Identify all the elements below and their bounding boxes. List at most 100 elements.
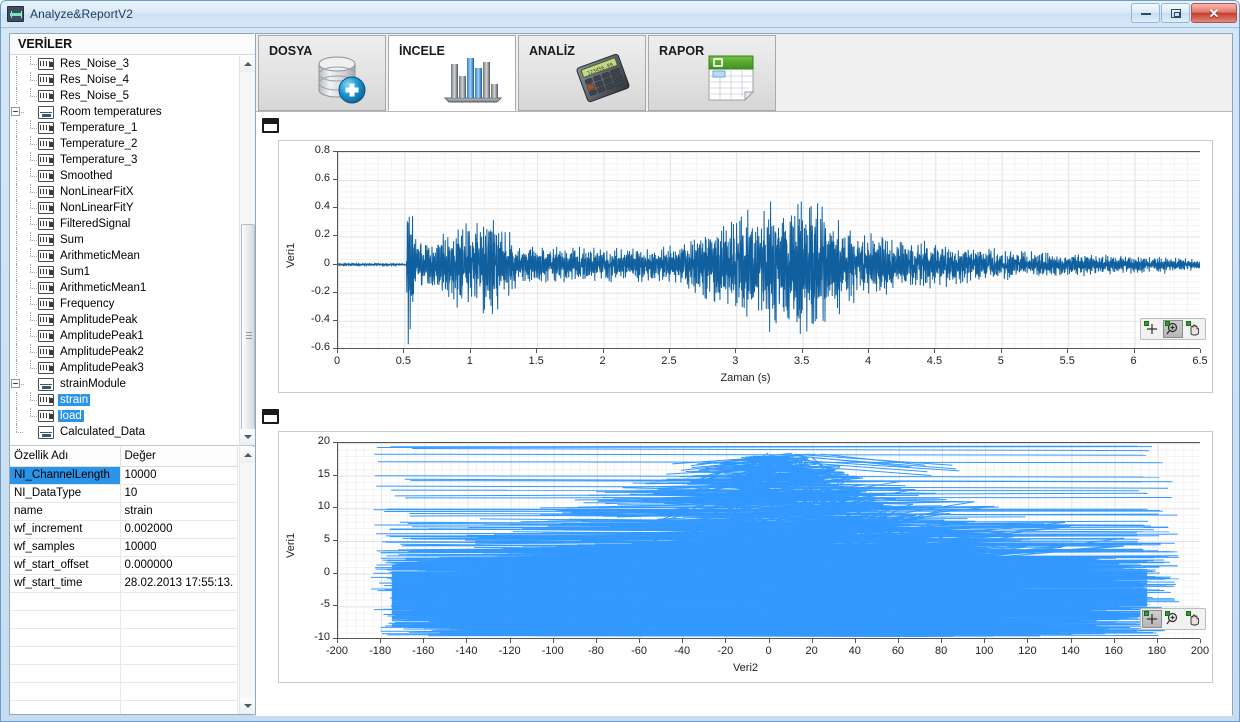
properties-row[interactable]: NI_ChannelLength 10000	[10, 466, 238, 485]
top-graph-panel-icon[interactable]	[262, 118, 279, 133]
tree-item-frequency[interactable]: Frequency	[10, 296, 239, 312]
cursor-crosshair-tool[interactable]	[1142, 610, 1162, 628]
tree-scrollbar[interactable]	[239, 56, 255, 445]
x-tick-label: 120	[1018, 645, 1037, 657]
x-tick-mark	[934, 349, 935, 353]
tree-item-res-noise-5[interactable]: Res_Noise_5	[10, 88, 239, 104]
x-tick-label: -60	[631, 645, 647, 657]
tree-item-nonlinearfity[interactable]: NonLinearFitY	[10, 200, 239, 216]
tool-led-icon	[1144, 611, 1149, 616]
properties-header-row: Özellik Adı Değer	[10, 447, 238, 467]
close-button[interactable]: ✕	[1191, 3, 1237, 23]
x-tick-mark	[725, 639, 726, 643]
zoom-tool[interactable]	[1163, 610, 1183, 628]
tree-item-res-noise-4[interactable]: Res_Noise_4	[10, 72, 239, 88]
top-graph[interactable]: Veri1 Zaman (s) -0.6 -0.4 -0.2 0 0.2 0.4 0.6 0.8 0…	[278, 140, 1213, 393]
tab-analiz[interactable]: ANALİZ 123456.89	[518, 35, 646, 111]
waveform-icon	[38, 298, 54, 310]
tree-item-load[interactable]: load	[10, 408, 239, 424]
x-tick-label: 4.5	[926, 355, 943, 367]
property-value: 10000	[120, 466, 238, 485]
empty-cell	[10, 700, 121, 714]
tree-item-amplitudepeak3[interactable]: AmplitudePeak3	[10, 360, 239, 376]
x-tick-label: 160	[1104, 645, 1123, 657]
waveform-icon	[38, 170, 54, 182]
tool-led-icon	[1144, 321, 1149, 326]
expander-icon[interactable]	[10, 104, 24, 120]
expander-icon[interactable]	[10, 376, 24, 392]
property-name: wf_samples	[10, 538, 121, 557]
tree-indent	[10, 168, 24, 184]
properties-row[interactable]: wf_start_time 28.02.2013 17:55:13.	[10, 574, 238, 593]
tree-item-room-temperatures[interactable]: Room temperatures	[10, 104, 239, 120]
x-tick-mark	[553, 639, 554, 643]
bottom-graph[interactable]: Veri1 Veri2 -10 -5 0 5 10 15 20 -200 -180 -160 -140-…	[278, 431, 1213, 683]
properties-scrollbar[interactable]	[239, 447, 255, 714]
tab-dosya[interactable]: DOSYA	[258, 35, 386, 111]
tree-item-amplitudepeak2[interactable]: AmplitudePeak2	[10, 344, 239, 360]
tree-item-temperature-3[interactable]: Temperature_3	[10, 152, 239, 168]
properties-row[interactable]: wf_increment 0.002000	[10, 520, 238, 539]
scroll-down-button[interactable]	[240, 429, 255, 445]
zoom-tool[interactable]	[1163, 320, 1183, 338]
properties-row[interactable]: name strain	[10, 502, 238, 521]
tab-incele[interactable]: İNCELE	[388, 35, 516, 111]
x-tick-mark	[1067, 349, 1068, 353]
tree-item-calculated-data[interactable]: Calculated_Data	[10, 424, 239, 440]
bottom-graph-toolbar[interactable]	[1140, 608, 1206, 630]
tree-item-temperature-2[interactable]: Temperature_2	[10, 136, 239, 152]
tree-item-sum1[interactable]: Sum1	[10, 264, 239, 280]
cursor-crosshair-tool[interactable]	[1142, 320, 1162, 338]
x-tick-label: 2	[599, 355, 606, 367]
properties-scroll-down-button[interactable]	[240, 698, 255, 714]
pan-hand-tool[interactable]	[1184, 610, 1204, 628]
tree-scroll-thumb[interactable]	[241, 224, 255, 445]
plot-area[interactable]	[337, 442, 1200, 638]
properties-row[interactable]: wf_start_offset 0.000000	[10, 556, 238, 575]
data-tree-panel: VERİLER Res_Noise_3 Res_Noise_4 Res_Noise_…	[10, 34, 255, 446]
tool-led-icon	[1186, 321, 1191, 326]
tree-indent	[10, 232, 24, 248]
data-tree[interactable]: Res_Noise_3 Res_Noise_4 Res_Noise_5 Room te…	[10, 56, 239, 445]
window-title: Analyze&ReportV2	[30, 7, 133, 21]
properties-scroll-up-button[interactable]	[240, 447, 255, 463]
y-tick-label: 15	[317, 467, 330, 480]
tree-item-strainmodule[interactable]: strainModule	[10, 376, 239, 392]
tree-item-label: Temperature_2	[60, 138, 138, 150]
tree-item-sum[interactable]: Sum	[10, 232, 239, 248]
application-window: Analyze&ReportV2 ✕ VERİLER Res_Noise_3 Re…	[0, 0, 1240, 722]
plot-area[interactable]	[337, 151, 1200, 348]
restore-button[interactable]	[1161, 3, 1190, 23]
waveform-icon	[38, 202, 54, 214]
properties-row[interactable]: NI_DataType 10	[10, 484, 238, 503]
empty-cell	[10, 628, 121, 647]
tree-item-smoothed[interactable]: Smoothed	[10, 168, 239, 184]
x-tick-mark	[1134, 349, 1135, 353]
tree-indent	[10, 88, 24, 104]
tree-item-label: strainModule	[60, 378, 126, 390]
waveform-icon	[38, 266, 54, 278]
tab-rapor[interactable]: RAPOR	[648, 35, 776, 111]
x-axis-line	[337, 348, 1200, 349]
tree-item-temperature-1[interactable]: Temperature_1	[10, 120, 239, 136]
tree-connector	[24, 392, 38, 408]
tree-connector	[24, 152, 38, 168]
pan-hand-tool[interactable]	[1184, 320, 1204, 338]
tree-item-arithmeticmean[interactable]: ArithmeticMean	[10, 248, 239, 264]
tree-item-res-noise-3[interactable]: Res_Noise_3	[10, 56, 239, 72]
tool-led-icon	[1186, 611, 1191, 616]
tree-item-amplitudepeak[interactable]: AmplitudePeak	[10, 312, 239, 328]
tree-item-strain[interactable]: strain	[10, 392, 239, 408]
x-tick-mark	[1001, 349, 1002, 353]
empty-cell	[10, 592, 121, 611]
scroll-up-button[interactable]	[240, 56, 255, 72]
properties-row[interactable]: wf_samples 10000	[10, 538, 238, 557]
tree-item-arithmeticmean1[interactable]: ArithmeticMean1	[10, 280, 239, 296]
minimize-button[interactable]	[1131, 3, 1160, 23]
tree-item-filteredsignal[interactable]: FilteredSignal	[10, 216, 239, 232]
tree-item-amplitudepeak1[interactable]: AmplitudePeak1	[10, 328, 239, 344]
top-graph-toolbar[interactable]	[1140, 318, 1206, 340]
bottom-graph-panel-icon[interactable]	[262, 409, 279, 424]
x-tick-label: -20	[717, 645, 734, 657]
tree-item-nonlinearfitx[interactable]: NonLinearFitX	[10, 184, 239, 200]
